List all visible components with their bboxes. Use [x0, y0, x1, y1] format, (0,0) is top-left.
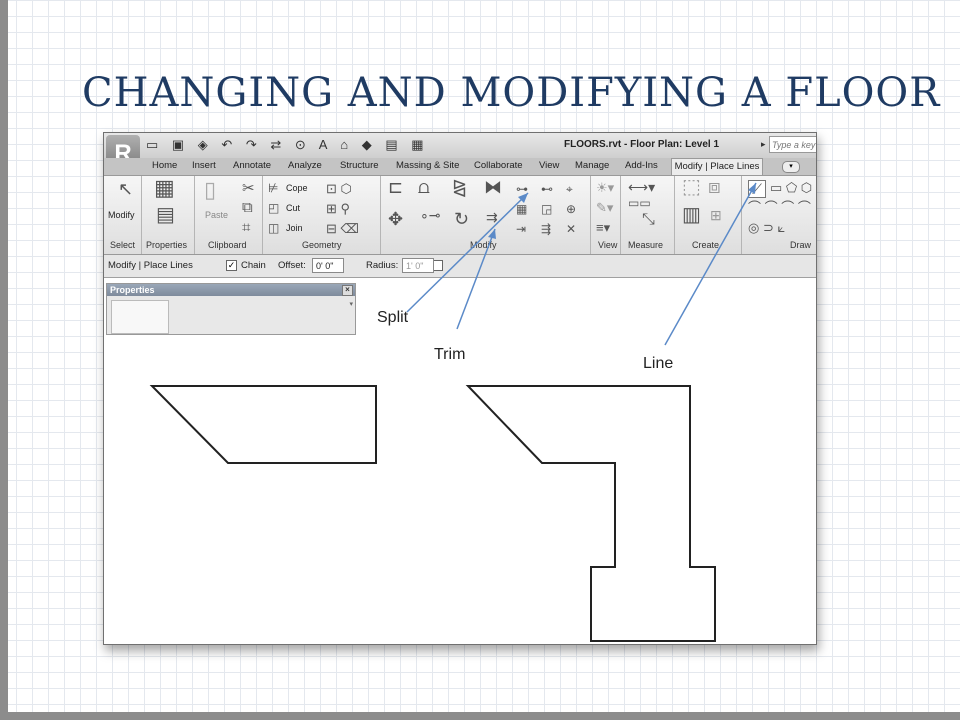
split-arrow [406, 192, 529, 313]
slide-left-border [0, 0, 8, 720]
trim-callout: Trim [434, 346, 466, 363]
revit-screenshot: ▭ ▣ ◈ ↶ ↷ ⇄ ⊙ A ⌂ ◆ ▤ ▦ FLOORS.rvt - Flo… [103, 132, 817, 645]
slide-bottom-border [0, 712, 960, 720]
split-callout: Split [377, 309, 409, 326]
line-arrow [664, 182, 757, 346]
slide-title: CHANGING AND MODIFYING A FLOOR [82, 70, 941, 116]
canvas-drawing [149, 182, 757, 642]
floor-sketch-trapezoid [149, 385, 377, 464]
line-callout: Line [643, 355, 674, 372]
floor-sketch-t-shape [465, 385, 716, 642]
line-arrow-head [748, 183, 756, 194]
